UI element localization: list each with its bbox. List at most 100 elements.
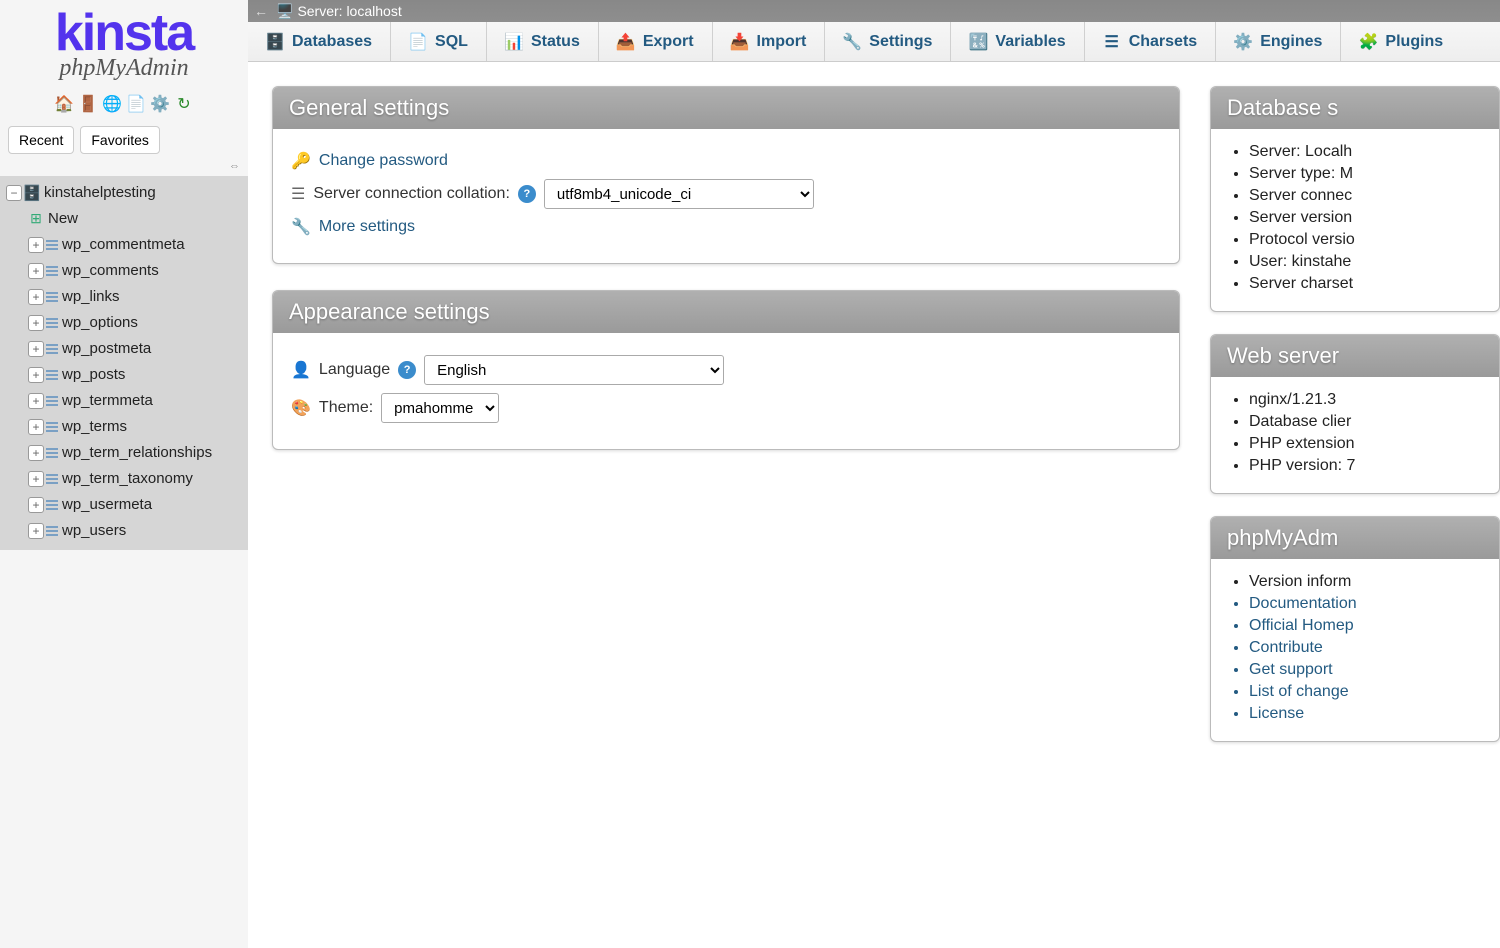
tree-new[interactable]: ⊞ New xyxy=(0,206,248,232)
tree-table-node[interactable]: +wp_usermeta xyxy=(0,492,248,518)
import-icon: 📥 xyxy=(731,33,749,51)
tab-export[interactable]: 📤Export xyxy=(599,22,713,61)
home-icon[interactable]: 🏠 xyxy=(54,94,74,114)
expand-icon[interactable]: + xyxy=(28,367,44,383)
main: ← 🖥️ Server: localhost 🗄️Databases📄SQL📊S… xyxy=(248,0,1500,948)
plugins-icon: 🧩 xyxy=(1359,33,1377,51)
tree-table-label: wp_postmeta xyxy=(62,340,151,357)
nav-settings-icon[interactable]: ⚙️ xyxy=(150,94,170,114)
tab-recent[interactable]: Recent xyxy=(8,126,74,154)
tree-table-node[interactable]: + wp_options xyxy=(0,310,248,336)
sql-icon[interactable]: 📄 xyxy=(126,94,146,114)
info-item: User: kinstahe xyxy=(1249,253,1499,271)
collapse-icon[interactable]: − xyxy=(6,185,22,201)
tree-table-node[interactable]: + wp_termmeta xyxy=(0,388,248,414)
expand-icon[interactable]: + xyxy=(28,289,44,305)
tree-table-node[interactable]: +wp_posts xyxy=(0,362,248,388)
info-item: Version inform xyxy=(1249,573,1499,591)
tree-table-label: wp_termmeta xyxy=(62,392,153,409)
panel-appearance-settings: Appearance settings 👤 Language ? English… xyxy=(272,290,1180,450)
collapse-handle[interactable]: ⇔ xyxy=(0,160,248,176)
collation-select[interactable]: utf8mb4_unicode_ci xyxy=(544,179,814,209)
help-icon[interactable]: ? xyxy=(398,361,416,379)
tree-table-node[interactable]: + wp_term_taxonomy xyxy=(0,466,248,492)
language-select[interactable]: English xyxy=(424,355,724,385)
tree-table-node[interactable]: + wp_commentmeta xyxy=(0,232,248,258)
panel-title: Appearance settings xyxy=(273,291,1179,333)
table-icon xyxy=(46,422,58,432)
logout-icon[interactable]: 🚪 xyxy=(78,94,98,114)
tab-label: Plugins xyxy=(1385,33,1443,51)
expand-icon[interactable]: + xyxy=(28,523,44,539)
language-label: Language xyxy=(319,361,390,379)
panel-title: phpMyAdm xyxy=(1211,517,1499,559)
info-item: Server connec xyxy=(1249,187,1499,205)
expand-icon[interactable]: + xyxy=(28,315,44,331)
tab-label: Engines xyxy=(1260,33,1322,51)
help-icon[interactable]: ? xyxy=(518,185,536,203)
tree-table-label: wp_commentmeta xyxy=(62,236,185,253)
info-item: Server: Localh xyxy=(1249,143,1499,161)
collation-label: Server connection collation: xyxy=(313,185,510,203)
tree-table-node[interactable]: + wp_term_relationships xyxy=(0,440,248,466)
expand-icon[interactable]: + xyxy=(28,237,44,253)
more-settings-link[interactable]: More settings xyxy=(319,218,415,236)
info-item[interactable]: License xyxy=(1249,705,1499,723)
databases-icon: 🗄️ xyxy=(266,33,284,51)
tab-databases[interactable]: 🗄️Databases xyxy=(248,22,391,61)
info-item[interactable]: List of change xyxy=(1249,683,1499,701)
expand-icon[interactable]: + xyxy=(28,419,44,435)
tree-table-node[interactable]: +wp_users xyxy=(0,518,248,544)
tab-sql[interactable]: 📄SQL xyxy=(391,22,487,61)
tab-charsets[interactable]: ☰Charsets xyxy=(1085,22,1216,61)
expand-icon[interactable]: + xyxy=(28,393,44,409)
tab-status[interactable]: 📊Status xyxy=(487,22,599,61)
tab-variables[interactable]: 🔣Variables xyxy=(951,22,1084,61)
tree-table-node[interactable]: +wp_terms xyxy=(0,414,248,440)
table-icon xyxy=(46,474,58,484)
panel-web-server: Web server nginx/1.21.3Database clierPHP… xyxy=(1210,334,1500,494)
tree-table-node[interactable]: +wp_links xyxy=(0,284,248,310)
reload-icon[interactable]: ↻ xyxy=(174,94,194,114)
tab-label: Charsets xyxy=(1129,33,1197,51)
panel-phpmyadmin: phpMyAdm Version inform Documentation Offi… xyxy=(1210,516,1500,742)
expand-icon[interactable]: + xyxy=(28,497,44,513)
tab-label: Import xyxy=(757,33,807,51)
tab-settings[interactable]: 🔧Settings xyxy=(825,22,951,61)
info-item[interactable]: Contribute xyxy=(1249,639,1499,657)
expand-icon[interactable]: + xyxy=(28,471,44,487)
tree-table-label: wp_term_relationships xyxy=(62,444,212,461)
info-item[interactable]: Official Homep xyxy=(1249,617,1499,635)
back-icon[interactable]: ← xyxy=(254,3,272,19)
sidebar-tabs: Recent Favorites xyxy=(0,120,248,160)
expand-icon[interactable]: + xyxy=(28,263,44,279)
table-icon xyxy=(46,526,58,536)
info-item: nginx/1.21.3 xyxy=(1249,391,1499,409)
info-item: PHP version: 7 xyxy=(1249,457,1499,475)
tab-favorites[interactable]: Favorites xyxy=(80,126,160,154)
docs-icon[interactable]: 🌐 xyxy=(102,94,122,114)
engines-icon: ⚙️ xyxy=(1234,33,1252,51)
theme-select[interactable]: pmahomme xyxy=(381,393,499,423)
tab-engines[interactable]: ⚙️ Engines xyxy=(1216,22,1341,61)
info-item: Database clier xyxy=(1249,413,1499,431)
logo-sub: phpMyAdmin xyxy=(0,55,248,82)
info-item: Server type: M xyxy=(1249,165,1499,183)
tree-table-label: wp_options xyxy=(62,314,138,331)
tab-label: Variables xyxy=(995,33,1065,51)
tab-import[interactable]: 📥 Import xyxy=(713,22,826,61)
table-icon xyxy=(46,240,58,250)
change-password-link[interactable]: Change password xyxy=(319,152,448,170)
expand-icon[interactable]: + xyxy=(28,445,44,461)
table-icon xyxy=(46,370,58,380)
tree-table-label: wp_term_taxonomy xyxy=(62,470,193,487)
expand-icon[interactable]: + xyxy=(28,341,44,357)
tree-table-node[interactable]: +wp_comments xyxy=(0,258,248,284)
tree-db-node[interactable]: − 🗄️ kinstahelptesting xyxy=(0,180,248,206)
info-item[interactable]: Documentation xyxy=(1249,595,1499,613)
tab-label: SQL xyxy=(435,33,468,51)
tree-table-node[interactable]: + wp_postmeta xyxy=(0,336,248,362)
tab-plugins[interactable]: 🧩 Plugins xyxy=(1341,22,1461,61)
table-icon xyxy=(46,448,58,458)
info-item[interactable]: Get support xyxy=(1249,661,1499,679)
